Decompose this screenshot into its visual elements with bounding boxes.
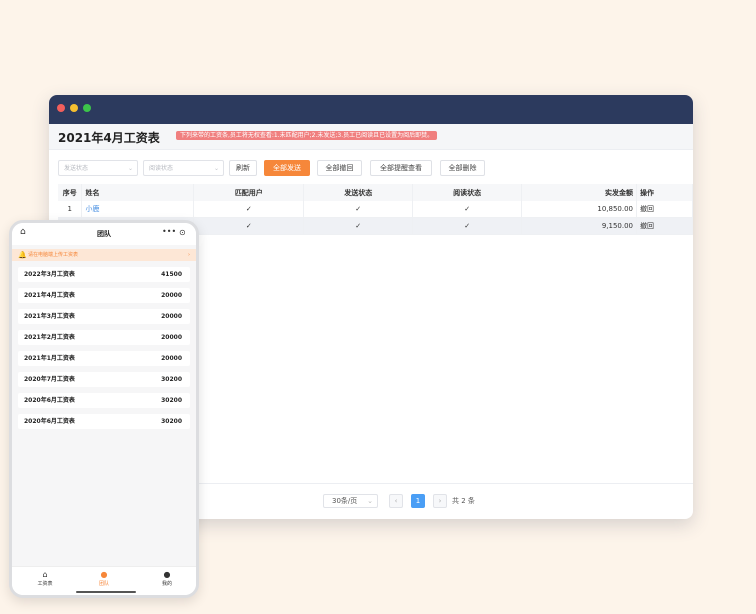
- read-status-placeholder: 阅读状态: [149, 165, 174, 172]
- column-header: 操作: [636, 184, 693, 201]
- chevron-down-icon: ⌄: [213, 165, 219, 172]
- mobile-tab-bar: ⌂ 工资表 ● 团队 ● 我的: [12, 566, 196, 595]
- next-page-button[interactable]: ›: [433, 494, 447, 508]
- salary-sheet-name: 2020年6月工资表: [24, 418, 75, 425]
- user-icon: ●: [163, 570, 171, 579]
- send-all-button[interactable]: 全部发送: [264, 160, 310, 176]
- sent-check-icon: ✓: [303, 201, 414, 218]
- tab-team[interactable]: ● 团队: [84, 570, 124, 587]
- column-header: 匹配用户: [193, 184, 305, 201]
- delete-all-button[interactable]: 全部删除: [440, 160, 485, 176]
- send-status-placeholder: 发送状态: [64, 165, 89, 172]
- page-title: 2021年4月工资表: [58, 131, 160, 145]
- column-header: 序号: [58, 184, 83, 201]
- salary-sheet-name: 2022年3月工资表: [24, 271, 75, 278]
- salary-sheet-amount: 30200: [161, 418, 182, 425]
- page-size-label: 30条/页: [332, 497, 358, 505]
- column-header: 姓名: [81, 184, 195, 201]
- list-item[interactable]: 2020年6月工资表 30200: [18, 393, 190, 408]
- read-status-select[interactable]: 阅读状态 ⌄: [143, 160, 224, 176]
- list-item[interactable]: 2021年1月工资表 20000: [18, 351, 190, 366]
- withdraw-action-link[interactable]: 撤回: [636, 201, 693, 218]
- salary-sheet-amount: 20000: [161, 355, 182, 362]
- salary-sheet-amount: 20000: [161, 292, 182, 299]
- read-check-icon: ✓: [412, 217, 523, 235]
- column-header: 阅读状态: [412, 184, 523, 201]
- chevron-right-icon: ›: [188, 252, 190, 258]
- matched-check-icon: ✓: [193, 201, 305, 218]
- upload-tip-text: 请在电脑端上传工资表: [28, 252, 79, 258]
- salary-sheet-name: 2021年3月工资表: [24, 313, 75, 320]
- withdraw-action-link[interactable]: 撤回: [636, 217, 693, 235]
- column-header: 实发金额: [521, 184, 637, 201]
- salary-sheet-name: 2021年2月工资表: [24, 334, 75, 341]
- total-count: 共 2 条: [452, 497, 475, 505]
- remind-all-button[interactable]: 全部提醒查看: [370, 160, 432, 176]
- tab-label: 我的: [161, 581, 172, 587]
- salary-sheet-name: 2020年7月工资表: [24, 376, 75, 383]
- notice-banner: 下列来带的工资条,员工将无权查看:1.未匹配用户;2.未发送;3.员工已阅读且已…: [176, 131, 438, 140]
- home-indicator: [76, 591, 136, 593]
- page-1-button[interactable]: 1: [411, 494, 425, 508]
- list-item[interactable]: 2020年6月工资表 30200: [18, 414, 190, 429]
- more-icon[interactable]: •••: [162, 227, 176, 236]
- list-item[interactable]: 2020年7月工资表 30200: [18, 372, 190, 387]
- list-item[interactable]: 2021年4月工资表 20000: [18, 288, 190, 303]
- sent-check-icon: ✓: [303, 217, 414, 235]
- employee-name-link[interactable]: 小鹿: [81, 201, 195, 218]
- minimize-window-button[interactable]: [70, 104, 78, 112]
- bell-icon: 🔔: [18, 251, 27, 259]
- salary-sheet-amount: 41500: [161, 271, 182, 278]
- tab-label: 工资表: [37, 581, 53, 587]
- table-header-row: 序号 姓名 匹配用户 发送状态 阅读状态 实发金额 操作: [58, 184, 693, 201]
- amount-cell: 9,150.00: [521, 217, 637, 235]
- mobile-content: 🔔 请在电脑端上传工资表 › 2022年3月工资表 41500 2021年4月工资…: [12, 245, 196, 567]
- prev-page-button[interactable]: ‹: [389, 494, 403, 508]
- list-item[interactable]: 2021年3月工资表 20000: [18, 309, 190, 324]
- chevron-down-icon: ⌄: [367, 497, 373, 505]
- tab-salary[interactable]: ⌂ 工资表: [25, 570, 65, 587]
- table-row: 1 小鹿 ✓ ✓ ✓ 10,850.00 撤回: [58, 201, 693, 218]
- amount-cell: 10,850.00: [521, 201, 637, 218]
- row-index: 1: [58, 201, 83, 218]
- column-header: 发送状态: [303, 184, 414, 201]
- upload-tip-banner[interactable]: 🔔 请在电脑端上传工资表 ›: [12, 249, 196, 261]
- list-item[interactable]: 2021年2月工资表 20000: [18, 330, 190, 345]
- close-window-button[interactable]: [57, 104, 65, 112]
- salary-sheet-amount: 30200: [161, 397, 182, 404]
- mobile-header: ⌂ 团队 ••• ⊙: [12, 223, 196, 245]
- team-icon: ●: [100, 570, 108, 579]
- read-check-icon: ✓: [412, 201, 523, 218]
- salary-sheet-amount: 30200: [161, 376, 182, 383]
- withdraw-all-button[interactable]: 全部撤回: [317, 160, 362, 176]
- send-status-select[interactable]: 发送状态 ⌄: [58, 160, 138, 176]
- salary-sheet-amount: 20000: [161, 313, 182, 320]
- salary-sheet-name: 2020年6月工资表: [24, 397, 75, 404]
- mobile-phone: ⌂ 团队 ••• ⊙ 🔔 请在电脑端上传工资表 › 2022年3月工资表 4150…: [9, 220, 199, 598]
- page-size-select[interactable]: 30条/页 ⌄: [323, 494, 378, 508]
- salary-sheet-name: 2021年4月工资表: [24, 292, 75, 299]
- maximize-window-button[interactable]: [83, 104, 91, 112]
- close-target-icon[interactable]: ⊙: [179, 228, 186, 237]
- window-titlebar: [49, 95, 693, 124]
- page-header: 2021年4月工资表 下列来带的工资条,员工将无权查看:1.未匹配用户;2.未发…: [49, 124, 693, 150]
- refresh-button[interactable]: 刷新: [229, 160, 257, 176]
- salary-sheet-name: 2021年1月工资表: [24, 355, 75, 362]
- list-item[interactable]: 2022年3月工资表 41500: [18, 267, 190, 282]
- tab-label: 团队: [98, 581, 109, 587]
- tab-mine[interactable]: ● 我的: [147, 570, 187, 587]
- home-icon: ⌂: [42, 570, 48, 579]
- matched-check-icon: ✓: [193, 217, 305, 235]
- chevron-down-icon: ⌄: [127, 165, 133, 172]
- salary-sheet-amount: 20000: [161, 334, 182, 341]
